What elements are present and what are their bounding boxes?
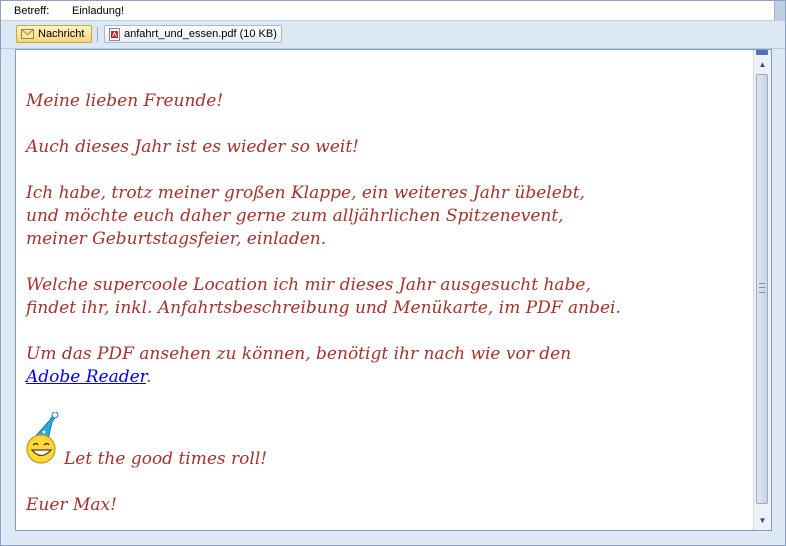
message-body: Meine lieben Freunde! Auch dieses Jahr i… — [26, 90, 746, 540]
subject-row: Betreff: Einladung! — [1, 1, 775, 21]
subject-label: Betreff: — [14, 5, 50, 17]
paragraph-3: Welche supercoole Location ich mir diese… — [26, 275, 621, 318]
scroll-up-arrow[interactable]: ▲ — [754, 56, 771, 72]
scroll-down-arrow[interactable]: ▼ — [754, 512, 771, 528]
message-tab-label: Nachricht — [38, 28, 85, 40]
paragraph-4-text: Um das PDF ansehen zu können, benötigt i… — [26, 344, 572, 364]
signoff-line: Euer Max! — [26, 495, 117, 515]
vertical-scrollbar[interactable]: ▲ ▼ — [753, 50, 771, 530]
message-tab[interactable]: Nachricht — [16, 25, 92, 43]
paragraph-4: Um das PDF ansehen zu können, benötigt i… — [26, 343, 746, 389]
paragraph-2: Ich habe, trotz meiner großen Klappe, ei… — [26, 183, 585, 249]
attachment-bar: Nachricht anfahrt_und_essen.pdf (10 KB) — [1, 21, 785, 49]
paragraph-1: Auch dieses Jahr ist es wieder so weit! — [26, 137, 360, 157]
window-edge — [774, 1, 785, 21]
subject-value: Einladung! — [72, 5, 124, 17]
attachment-file-label: anfahrt_und_essen.pdf (10 KB) — [124, 28, 277, 40]
tab-separator — [97, 27, 98, 42]
scroll-thumb[interactable] — [756, 74, 768, 504]
paragraph-4-end: . — [145, 367, 152, 387]
party-line: Let the good times roll! — [26, 411, 746, 471]
greeting-line: Meine lieben Freunde! — [26, 91, 224, 111]
adobe-reader-link[interactable]: Adobe Reader — [26, 367, 146, 387]
mail-window: Betreff: Einladung! Nachricht anfahrt_un… — [0, 0, 786, 546]
scroll-grip-icon — [759, 283, 765, 293]
envelope-icon — [21, 29, 34, 39]
pdf-attachment[interactable]: anfahrt_und_essen.pdf (10 KB) — [104, 25, 282, 43]
party-smiley-icon — [26, 411, 60, 471]
pdf-icon — [109, 27, 120, 41]
scroll-marker — [756, 50, 768, 55]
party-line-text: Let the good times roll! — [64, 449, 268, 469]
message-pane[interactable]: Meine lieben Freunde! Auch dieses Jahr i… — [15, 49, 772, 531]
